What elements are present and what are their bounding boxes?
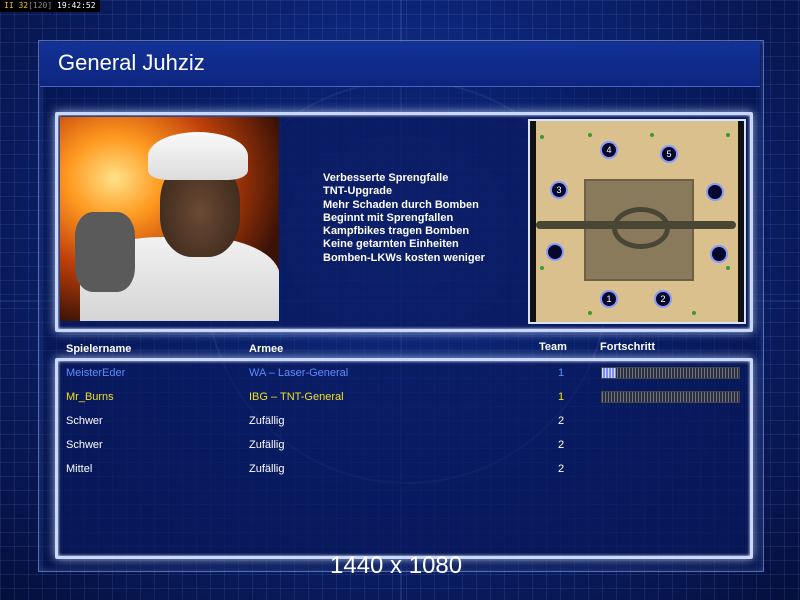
status-bracket: [120] [28, 1, 53, 10]
status-prefix: II [4, 1, 14, 10]
map-tree [540, 266, 544, 270]
player-progress-bar [601, 391, 740, 403]
spawn-point[interactable] [710, 245, 728, 263]
portrait-turban [148, 132, 248, 180]
player-list-panel [55, 358, 753, 559]
player-army[interactable]: IBG – TNT-General [249, 391, 344, 403]
map-tree [588, 311, 592, 315]
player-team[interactable]: 1 [558, 391, 564, 403]
trait-item: Beginnt mit Sprengfallen [323, 211, 454, 224]
map-tree [726, 133, 730, 137]
map-preview[interactable]: 4 5 3 1 2 [528, 119, 746, 324]
page-title: General Juhziz [58, 50, 205, 75]
player-progress-bar [601, 367, 740, 379]
general-portrait [60, 117, 279, 321]
trait-item: Kampfbikes tragen Bomben [323, 225, 470, 238]
map-tree [692, 311, 696, 315]
status-value: 32 [18, 1, 29, 10]
status-time: 19:42:52 [57, 1, 96, 10]
player-name: Mr_Burns [66, 391, 114, 403]
portrait-arm [75, 212, 135, 292]
trait-item: Keine getarnten Einheiten [323, 238, 459, 251]
player-name: MeisterEder [66, 367, 126, 379]
col-header-name: Spielername [66, 343, 132, 355]
col-header-progress: Fortschritt [600, 341, 655, 353]
spawn-point[interactable] [546, 243, 564, 261]
map-edge-left [530, 121, 536, 322]
player-name[interactable]: Schwer [66, 415, 103, 427]
map-tree [588, 133, 592, 137]
spawn-point[interactable]: 3 [550, 181, 568, 199]
trait-item: TNT-Upgrade [323, 185, 393, 198]
player-team[interactable]: 2 [558, 463, 564, 475]
trait-item: Mehr Schaden durch Bomben [323, 198, 479, 211]
spawn-point[interactable]: 1 [600, 290, 618, 308]
col-header-team: Team [539, 341, 567, 353]
player-team[interactable]: 2 [558, 439, 564, 451]
col-header-army: Armee [249, 343, 284, 355]
spawn-point[interactable]: 2 [654, 290, 672, 308]
player-army[interactable]: Zufällig [249, 439, 284, 451]
player-team[interactable]: 2 [558, 415, 564, 427]
status-bar: II 32[120] 19:42:52 [0, 0, 100, 12]
player-army[interactable]: Zufällig [249, 463, 284, 475]
map-tree [726, 266, 730, 270]
player-team[interactable]: 1 [558, 367, 564, 379]
map-tree [540, 135, 544, 139]
player-army[interactable]: WA – Laser-General [249, 367, 348, 379]
player-army[interactable]: Zufällig [249, 415, 284, 427]
player-name[interactable]: Mittel [66, 463, 92, 475]
resolution-label: 1440 x 1080 [330, 552, 463, 579]
spawn-point[interactable]: 4 [600, 141, 618, 159]
map-tree [650, 133, 654, 137]
map-edge-right [738, 121, 744, 322]
spawn-point[interactable] [706, 183, 724, 201]
general-traits-list: Verbesserte Sprengfalle TNT-Upgrade Mehr… [323, 172, 485, 265]
trait-item: Bomben-LKWs kosten weniger [323, 251, 485, 264]
map-road-ring [612, 207, 670, 249]
progress-fill [602, 368, 616, 378]
player-name[interactable]: Schwer [66, 439, 103, 451]
spawn-point[interactable]: 5 [660, 145, 678, 163]
trait-item: Verbesserte Sprengfalle [323, 172, 449, 184]
